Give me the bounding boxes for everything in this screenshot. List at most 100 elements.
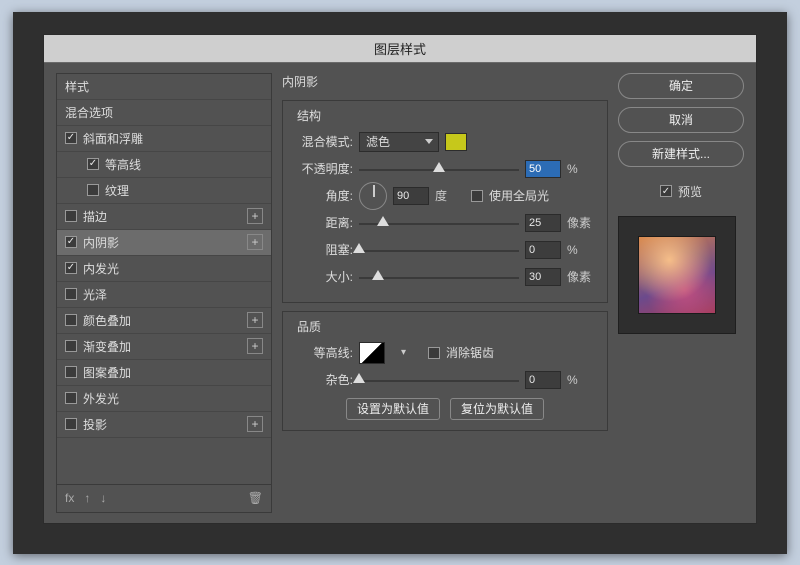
noise-input[interactable]: [525, 371, 561, 389]
choke-input[interactable]: [525, 241, 561, 259]
size-slider[interactable]: [359, 268, 519, 286]
contour-swatch[interactable]: [359, 342, 385, 364]
structure-fieldset: 结构 混合模式: 滤色 不透明度: % 角度:: [282, 100, 608, 303]
noise-slider[interactable]: [359, 371, 519, 389]
structure-legend: 结构: [293, 107, 325, 124]
sidebar-item-label: 渐变叠加: [83, 338, 131, 355]
sidebar-item[interactable]: 投影 +: [57, 412, 271, 438]
sidebar-item-label: 外发光: [83, 390, 119, 407]
global-light-label: 使用全局光: [489, 187, 549, 204]
sidebar-item[interactable]: 渐变叠加 +: [57, 334, 271, 360]
noise-label: 杂色:: [293, 371, 353, 388]
color-swatch[interactable]: [445, 133, 467, 151]
add-effect-icon[interactable]: +: [247, 338, 263, 354]
sidebar-item-label: 内阴影: [83, 234, 119, 251]
effect-checkbox[interactable]: [65, 392, 77, 404]
opacity-input[interactable]: [525, 160, 561, 178]
opacity-unit: %: [567, 162, 597, 176]
choke-unit: %: [567, 243, 597, 257]
size-label: 大小:: [293, 268, 353, 285]
effect-checkbox[interactable]: [65, 418, 77, 430]
sidebar-item[interactable]: 颜色叠加 +: [57, 308, 271, 334]
sidebar-item-label: 等高线: [105, 156, 141, 173]
add-effect-icon[interactable]: +: [247, 208, 263, 224]
preview-checkbox[interactable]: ✓: [660, 185, 672, 197]
effect-checkbox[interactable]: [65, 132, 77, 144]
quality-fieldset: 品质 等高线: ▾ 消除锯齿 杂色: %: [282, 311, 608, 431]
sidebar-footer: fx ↑ ↓ 🗑: [57, 484, 271, 512]
sidebar-item-label: 光泽: [83, 286, 107, 303]
add-effect-icon[interactable]: +: [247, 416, 263, 432]
opacity-label: 不透明度:: [293, 160, 353, 177]
sidebar-item-label: 投影: [83, 416, 107, 433]
choke-row: 阻塞: %: [293, 238, 597, 262]
sidebar-item-label: 描边: [83, 208, 107, 225]
effect-checkbox[interactable]: [65, 262, 77, 274]
reset-default-button[interactable]: 复位为默认值: [450, 398, 544, 420]
antialias-checkbox[interactable]: [428, 347, 440, 359]
preview-image: [638, 236, 716, 314]
default-buttons-row: 设置为默认值 复位为默认值: [293, 398, 597, 420]
sidebar-item[interactable]: 内发光: [57, 256, 271, 282]
sidebar-item[interactable]: 外发光: [57, 386, 271, 412]
trash-icon[interactable]: 🗑: [248, 491, 263, 505]
opacity-slider[interactable]: [359, 160, 519, 178]
chevron-down-icon[interactable]: ▾: [401, 347, 406, 358]
add-effect-icon[interactable]: +: [247, 234, 263, 250]
distance-label: 距离:: [293, 214, 353, 231]
panel-title: 内阴影: [282, 73, 608, 90]
sidebar-item[interactable]: 图案叠加: [57, 360, 271, 386]
preview-label: 预览: [678, 183, 702, 200]
make-default-button[interactable]: 设置为默认值: [346, 398, 440, 420]
distance-unit: 像素: [567, 214, 597, 231]
noise-row: 杂色: %: [293, 368, 597, 392]
preview-box: [618, 216, 736, 334]
effect-checkbox[interactable]: [65, 236, 77, 248]
effect-checkbox[interactable]: [65, 288, 77, 300]
distance-input[interactable]: [525, 214, 561, 232]
sidebar-header-styles[interactable]: 样式: [57, 74, 271, 100]
preview-toggle[interactable]: ✓ 预览: [618, 183, 744, 200]
sidebar-item-label: 内发光: [83, 260, 119, 277]
fx-icon[interactable]: fx: [65, 491, 74, 505]
sidebar-item[interactable]: 内阴影 +: [57, 230, 271, 256]
choke-slider[interactable]: [359, 241, 519, 259]
effect-checkbox[interactable]: [65, 210, 77, 222]
arrow-down-icon[interactable]: ↓: [100, 491, 106, 505]
sidebar-item-label: 纹理: [105, 182, 129, 199]
layer-style-dialog: 图层样式 样式 混合选项 斜面和浮雕等高线纹理描边+内阴影+内发光光泽颜色叠加+…: [43, 34, 757, 524]
blend-mode-row: 混合模式: 滤色: [293, 130, 597, 154]
global-light-checkbox[interactable]: [471, 190, 483, 202]
angle-unit: 度: [435, 187, 465, 204]
angle-dial[interactable]: [359, 182, 387, 210]
distance-slider[interactable]: [359, 214, 519, 232]
arrow-up-icon[interactable]: ↑: [84, 491, 90, 505]
new-style-button[interactable]: 新建样式...: [618, 141, 744, 167]
sidebar-item[interactable]: 光泽: [57, 282, 271, 308]
sidebar-item[interactable]: 等高线: [57, 152, 271, 178]
size-input[interactable]: [525, 268, 561, 286]
contour-row: 等高线: ▾ 消除锯齿: [293, 341, 597, 365]
blend-mode-dropdown[interactable]: 滤色: [359, 132, 439, 152]
styles-sidebar: 样式 混合选项 斜面和浮雕等高线纹理描边 + 内阴影 + 内发光光泽颜色叠加 + 渐变叠加 +…: [56, 73, 272, 513]
dialog-body: 样式 混合选项 斜面和浮雕等高线纹理描边 + 内阴影 + 内发光光泽颜色叠加 + 渐变叠加 +…: [44, 63, 756, 523]
sidebar-item-label: 颜色叠加: [83, 312, 131, 329]
blend-mode-label: 混合模式:: [293, 133, 353, 150]
effect-checkbox[interactable]: [87, 158, 99, 170]
sidebar-item[interactable]: 纹理: [57, 178, 271, 204]
effect-checkbox[interactable]: [65, 314, 77, 326]
add-effect-icon[interactable]: +: [247, 312, 263, 328]
cancel-button[interactable]: 取消: [618, 107, 744, 133]
sidebar-header-options[interactable]: 混合选项: [57, 100, 271, 126]
effect-checkbox[interactable]: [87, 184, 99, 196]
distance-row: 距离: 像素: [293, 211, 597, 235]
effect-checkbox[interactable]: [65, 366, 77, 378]
effect-checkbox[interactable]: [65, 340, 77, 352]
ok-button[interactable]: 确定: [618, 73, 744, 99]
angle-row: 角度: 度 使用全局光: [293, 184, 597, 208]
antialias-label: 消除锯齿: [446, 344, 494, 361]
angle-input[interactable]: [393, 187, 429, 205]
sidebar-header-label: 样式: [65, 78, 89, 95]
sidebar-item[interactable]: 斜面和浮雕: [57, 126, 271, 152]
sidebar-item[interactable]: 描边 +: [57, 204, 271, 230]
